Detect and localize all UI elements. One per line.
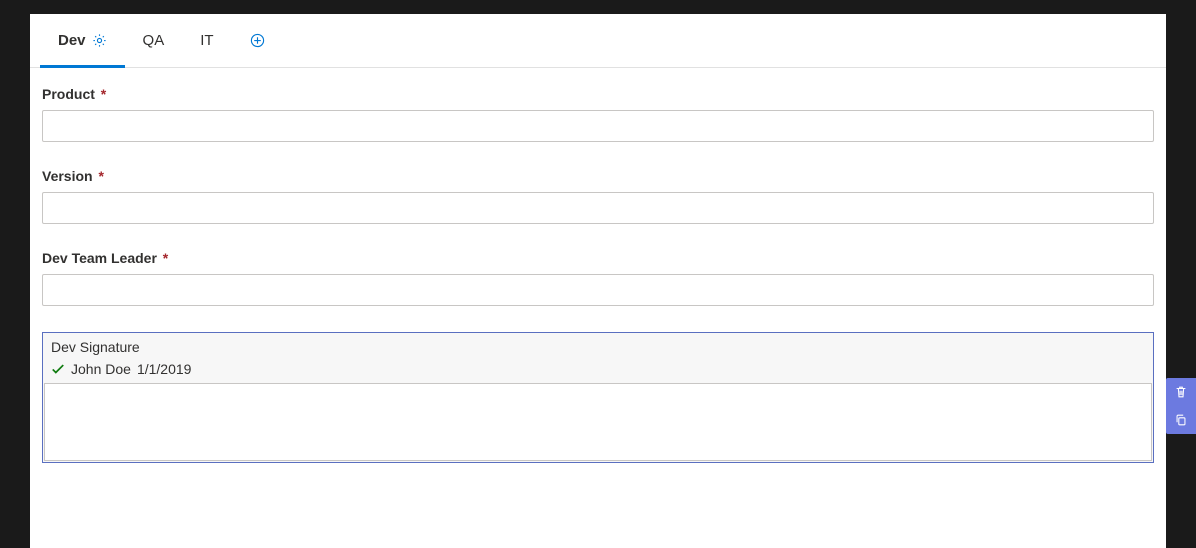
version-input[interactable] xyxy=(42,192,1154,224)
tab-qa[interactable]: QA xyxy=(125,14,183,68)
trash-icon xyxy=(1174,385,1188,399)
add-circle-icon xyxy=(250,33,265,48)
product-input[interactable] xyxy=(42,110,1154,142)
field-label: Product * xyxy=(42,86,1154,102)
tab-label: Dev xyxy=(58,32,86,49)
copy-icon xyxy=(1174,413,1188,427)
required-marker: * xyxy=(101,86,106,102)
field-label: Version * xyxy=(42,168,1154,184)
required-marker: * xyxy=(98,168,103,184)
tab-label: IT xyxy=(200,32,213,49)
label-text: Version xyxy=(42,168,93,184)
form-area: Product * Version * Dev Team Leader * De… xyxy=(30,68,1166,475)
tab-bar: Dev QA IT xyxy=(30,14,1166,68)
tab-dev[interactable]: Dev xyxy=(40,14,125,68)
selection-actions xyxy=(1166,378,1196,434)
field-label: Dev Team Leader * xyxy=(42,250,1154,266)
team-leader-input[interactable] xyxy=(42,274,1154,306)
field-version: Version * xyxy=(42,168,1154,224)
gear-icon[interactable] xyxy=(92,33,107,48)
label-text: Dev Team Leader xyxy=(42,250,157,266)
signature-textarea[interactable] xyxy=(44,383,1152,461)
tab-label: QA xyxy=(143,32,165,49)
signature-date: 1/1/2019 xyxy=(137,361,192,377)
form-panel: Dev QA IT Product xyxy=(30,14,1166,548)
delete-button[interactable] xyxy=(1166,378,1196,406)
label-text: Product xyxy=(42,86,95,102)
copy-button[interactable] xyxy=(1166,406,1196,434)
signature-name: John Doe xyxy=(71,361,131,377)
signature-block[interactable]: Dev Signature John Doe 1/1/2019 xyxy=(42,332,1154,463)
tab-it[interactable]: IT xyxy=(182,14,231,68)
field-team-leader: Dev Team Leader * xyxy=(42,250,1154,306)
required-marker: * xyxy=(163,250,168,266)
checkmark-icon xyxy=(51,362,65,376)
field-product: Product * xyxy=(42,86,1154,142)
add-tab-button[interactable] xyxy=(232,33,283,48)
signature-row: John Doe 1/1/2019 xyxy=(43,359,1153,383)
signature-title: Dev Signature xyxy=(43,333,1153,359)
